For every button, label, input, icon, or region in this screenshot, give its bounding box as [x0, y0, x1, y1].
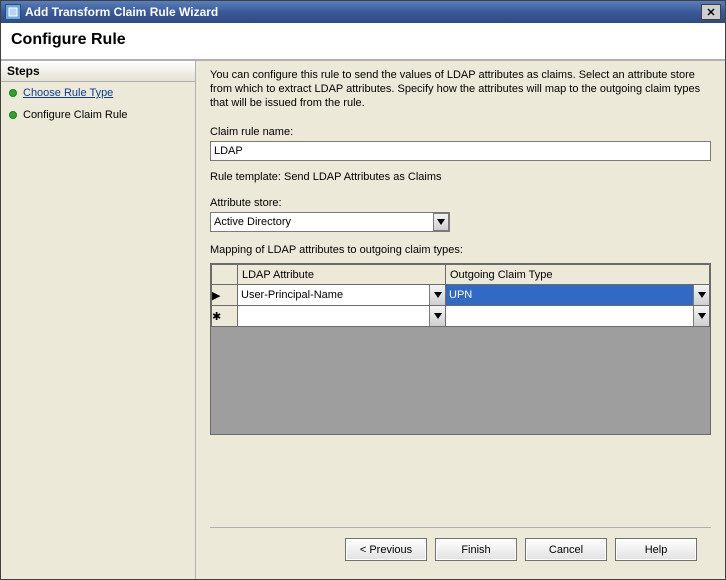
mapping-label: Mapping of LDAP attributes to outgoing c…: [210, 244, 711, 256]
grid-empty-area: [211, 327, 710, 434]
content-panel: You can configure this rule to send the …: [196, 61, 725, 579]
button-bar: < Previous Finish Cancel Help: [210, 527, 711, 571]
chevron-down-icon[interactable]: [429, 306, 445, 326]
chevron-down-icon[interactable]: [429, 285, 445, 305]
title-bar: Add Transform Claim Rule Wizard ✕: [1, 1, 725, 23]
table-row: ✱: [212, 306, 710, 327]
table-header-row: LDAP Attribute Outgoing Claim Type: [212, 265, 710, 285]
step-bullet-icon: [9, 89, 17, 97]
help-button[interactable]: Help: [615, 538, 697, 561]
wizard-window: Add Transform Claim Rule Wizard ✕ Config…: [0, 0, 726, 580]
window-title: Add Transform Claim Rule Wizard: [25, 5, 701, 19]
body-area: Steps Choose Rule Type Configure Claim R…: [1, 61, 725, 579]
header-area: Configure Rule: [1, 23, 725, 61]
col-outgoing-claim-type[interactable]: Outgoing Claim Type: [446, 265, 710, 285]
sidebar-header: Steps: [1, 61, 195, 82]
rule-template-text: Rule template: Send LDAP Attributes as C…: [210, 171, 711, 183]
steps-sidebar: Steps Choose Rule Type Configure Claim R…: [1, 61, 196, 579]
chevron-down-icon[interactable]: [693, 285, 709, 305]
ldap-attribute-cell[interactable]: [238, 285, 446, 306]
step-label: Configure Claim Rule: [23, 109, 128, 121]
step-bullet-icon: [9, 111, 17, 119]
mapping-grid: LDAP Attribute Outgoing Claim Type ▶: [210, 263, 711, 435]
step-configure-claim-rule: Configure Claim Rule: [1, 104, 195, 126]
attribute-store-value[interactable]: [210, 212, 450, 232]
table-row: ▶: [212, 285, 710, 306]
attribute-store-combo[interactable]: [210, 212, 450, 232]
row-marker-new: ✱: [212, 306, 238, 327]
cancel-button[interactable]: Cancel: [525, 538, 607, 561]
close-icon: ✕: [706, 6, 715, 19]
ldap-attribute-cell[interactable]: [238, 306, 446, 327]
ldap-attribute-input[interactable]: [238, 306, 445, 326]
outgoing-claim-input[interactable]: [446, 306, 709, 326]
close-button[interactable]: ✕: [701, 4, 721, 20]
mapping-table: LDAP Attribute Outgoing Claim Type ▶: [211, 264, 710, 327]
outgoing-claim-input[interactable]: [446, 285, 709, 305]
row-header-blank: [212, 265, 238, 285]
claim-rule-name-input[interactable]: [210, 141, 711, 161]
step-label: Choose Rule Type: [23, 87, 113, 99]
col-ldap-attribute[interactable]: LDAP Attribute: [238, 265, 446, 285]
spacer: [210, 435, 711, 527]
previous-button[interactable]: < Previous: [345, 538, 427, 561]
outgoing-claim-cell[interactable]: [446, 285, 710, 306]
ldap-attribute-input[interactable]: [238, 285, 445, 305]
page-title: Configure Rule: [11, 31, 715, 49]
outgoing-claim-cell[interactable]: [446, 306, 710, 327]
step-choose-rule-type[interactable]: Choose Rule Type: [1, 82, 195, 104]
chevron-down-icon[interactable]: [693, 306, 709, 326]
attribute-store-label: Attribute store:: [210, 197, 711, 209]
app-icon: [5, 4, 21, 20]
claim-rule-name-label: Claim rule name:: [210, 126, 711, 138]
finish-button[interactable]: Finish: [435, 538, 517, 561]
description-text: You can configure this rule to send the …: [210, 69, 711, 110]
row-marker-current: ▶: [212, 285, 238, 306]
